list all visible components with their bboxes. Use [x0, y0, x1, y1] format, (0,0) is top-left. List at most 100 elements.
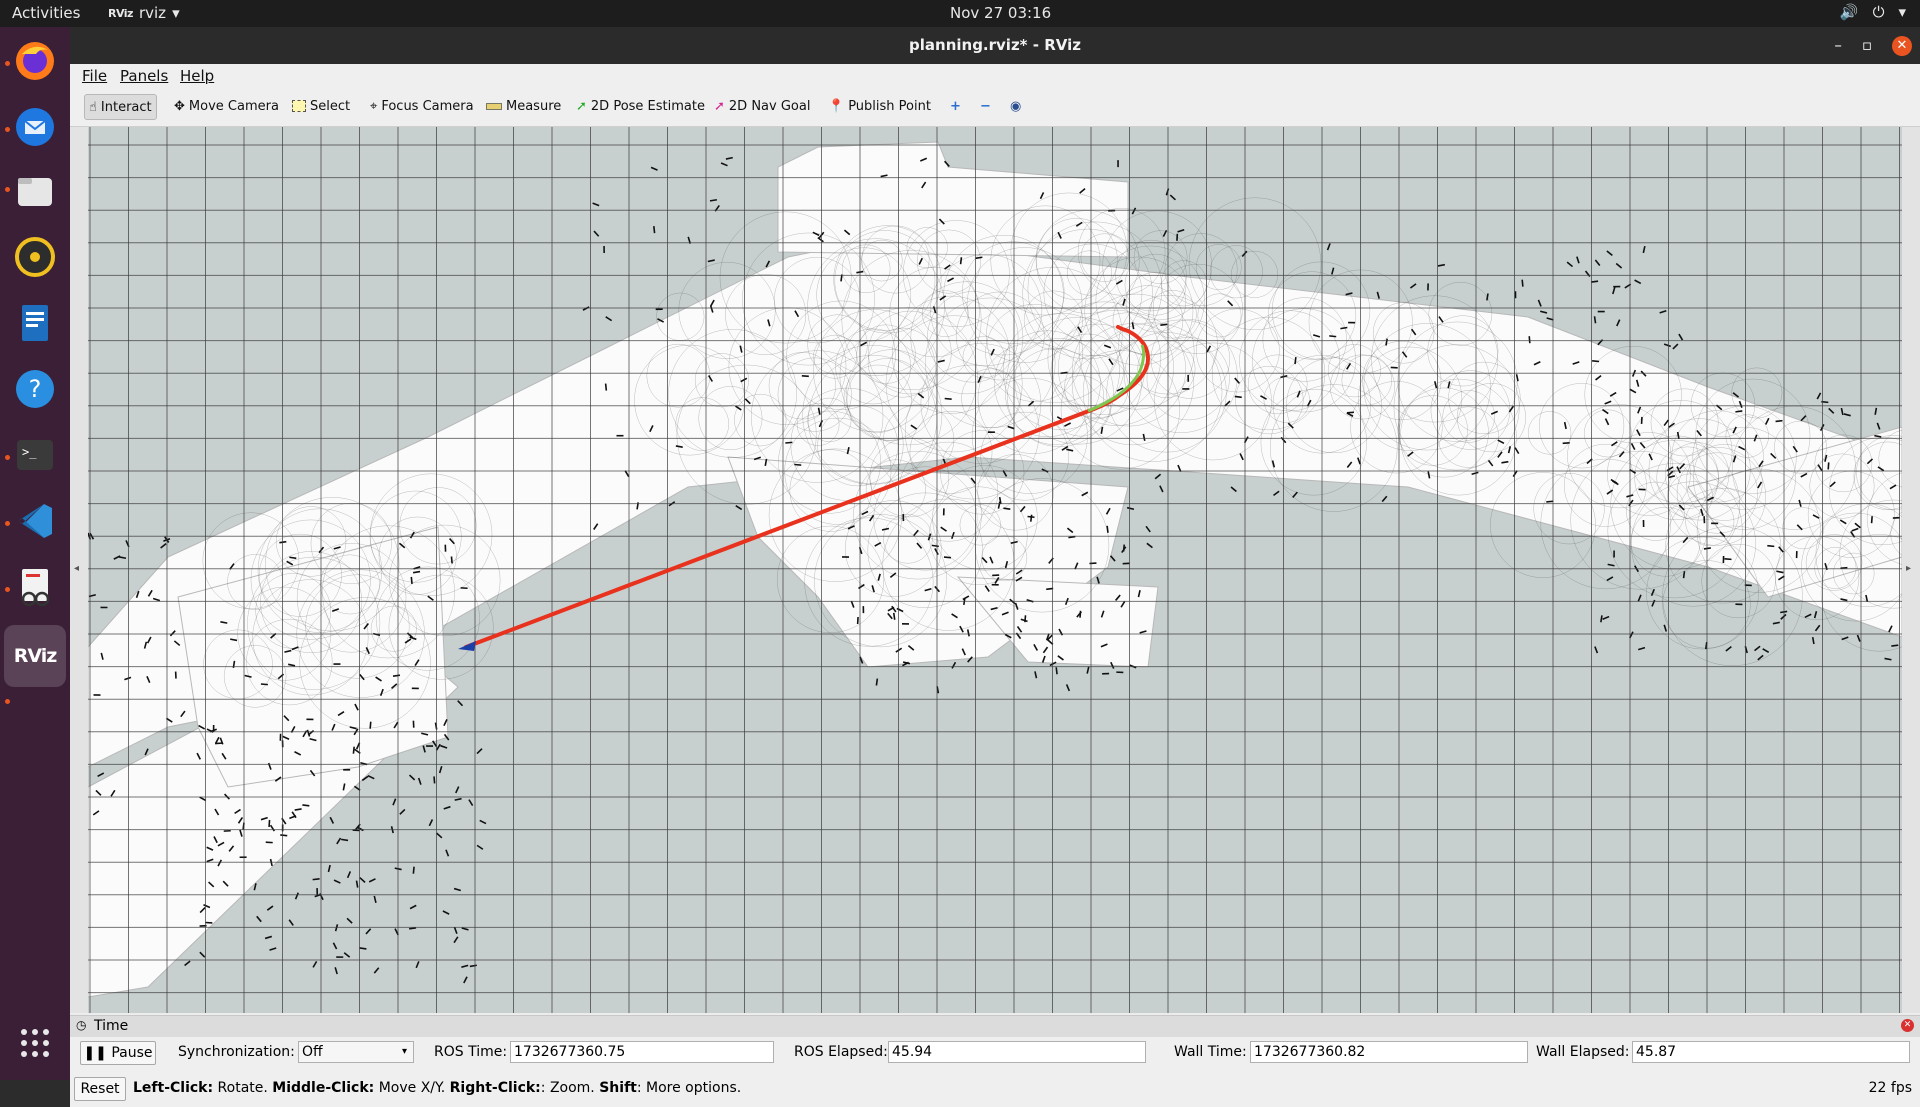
pose-arrow	[1563, 443, 1570, 444]
pose-arrow	[1601, 615, 1602, 622]
document-viewer-icon[interactable]	[11, 563, 59, 611]
pose-arrow	[444, 807, 451, 809]
ros-elapsed-field[interactable]: 45.94	[888, 1041, 1146, 1063]
pose-arrow	[119, 557, 126, 558]
add-tool-button[interactable]: +	[946, 94, 965, 118]
firefox-icon[interactable]	[11, 37, 59, 85]
menu-panels[interactable]: Panels	[120, 67, 168, 85]
terminal-icon[interactable]: >_	[11, 431, 59, 479]
pose-arrow	[1603, 617, 1609, 620]
focus-camera-tool[interactable]: ⌖ Focus Camera	[366, 94, 478, 118]
pose-arrow	[932, 545, 939, 546]
pose-arrow	[333, 943, 336, 949]
publish-point-tool[interactable]: 📍 Publish Point	[824, 94, 935, 118]
pose-arrow	[1067, 684, 1070, 690]
app-grid-icon[interactable]	[11, 1019, 59, 1067]
pose-arrow	[1056, 667, 1057, 674]
close-panel-icon[interactable]: ✕	[1901, 1019, 1914, 1032]
wall-time-label: Wall Time:	[1174, 1044, 1247, 1060]
pose-arrow	[1801, 416, 1806, 421]
pose-estimate-tool[interactable]: ➚ 2D Pose Estimate	[572, 94, 709, 118]
pose-arrow	[410, 905, 416, 908]
pose-arrow	[1147, 543, 1153, 547]
pose-arrow	[409, 928, 416, 929]
3d-viewport[interactable]	[88, 127, 1902, 1013]
wall-elapsed-field[interactable]: 45.87	[1632, 1041, 1910, 1063]
pose-arrow	[454, 937, 458, 943]
pose-arrow	[1340, 327, 1347, 328]
pose-arrow	[876, 679, 877, 686]
pose-arrow	[1841, 408, 1842, 415]
close-icon[interactable]: ✕	[1892, 36, 1912, 56]
chevron-right-icon: ▸	[1906, 563, 1911, 574]
pose-arrow	[726, 158, 733, 159]
minimize-icon[interactable]: –	[1834, 27, 1842, 64]
help-left-click: Left-Click:	[133, 1080, 213, 1096]
pose-arrow	[1235, 396, 1242, 397]
pose-arrow	[423, 746, 425, 753]
pose-arrow	[1410, 284, 1416, 288]
left-dock-collapse[interactable]: ◂	[70, 127, 88, 1013]
pose-arrow	[1815, 611, 1817, 618]
tool-properties-button[interactable]: ◉	[1006, 94, 1025, 118]
chevron-down-icon: ▾	[402, 1042, 407, 1062]
ros-time-field[interactable]: 1732677360.75	[510, 1041, 774, 1063]
pose-arrow	[1377, 292, 1379, 299]
pose-arrow	[368, 776, 374, 779]
time-panel: ❚❚ Pause Synchronization: Off ▾ ROS Time…	[70, 1037, 1920, 1069]
wall-time-field[interactable]: 1732677360.82	[1250, 1041, 1528, 1063]
pose-arrow	[1735, 411, 1742, 412]
menu-help[interactable]: Help	[180, 67, 214, 85]
activities-button[interactable]: Activities	[12, 4, 80, 22]
nav-goal-tool[interactable]: ➚ 2D Nav Goal	[710, 94, 814, 118]
title-bar[interactable]: planning.rviz* - RViz – ▫ ✕	[70, 27, 1920, 64]
pose-arrow	[1127, 508, 1134, 510]
vscode-icon[interactable]	[11, 497, 59, 545]
remove-tool-button[interactable]: −	[976, 94, 995, 118]
sync-select[interactable]: Off ▾	[298, 1041, 414, 1063]
pose-arrow	[1595, 647, 1598, 654]
rviz-icon[interactable]: RViz	[4, 625, 66, 687]
pose-arrow	[1817, 393, 1820, 399]
measure-tool[interactable]: Measure	[482, 94, 565, 118]
pose-arrow	[1638, 595, 1641, 601]
pose-arrow	[583, 307, 589, 310]
pose-arrow	[369, 879, 375, 882]
clock[interactable]: Nov 27 03:16	[950, 4, 1051, 22]
files-icon[interactable]	[11, 167, 59, 215]
pause-button[interactable]: ❚❚ Pause	[80, 1041, 156, 1065]
pose-arrow	[1529, 336, 1530, 343]
pose-arrow	[1501, 462, 1508, 463]
time-panel-title: Time	[94, 1018, 128, 1034]
pose-arrow	[1815, 625, 1819, 631]
move-camera-tool[interactable]: ✥ Move Camera	[170, 94, 283, 118]
pose-arrow	[295, 809, 302, 810]
writer-icon[interactable]	[11, 299, 59, 347]
pose-arrow	[1155, 474, 1160, 478]
pose-arrow	[440, 766, 442, 773]
thunderbird-icon[interactable]	[11, 103, 59, 151]
pose-arrow	[470, 965, 477, 966]
pose-arrow	[1885, 658, 1892, 659]
maximize-icon[interactable]: ▫	[1862, 27, 1872, 64]
app-menu[interactable]: RViz rviz ▾	[108, 4, 180, 22]
help-icon[interactable]: ?	[11, 365, 59, 413]
pose-arrow	[1346, 293, 1353, 295]
reset-button[interactable]: Reset	[74, 1077, 126, 1101]
sync-label: Synchronization:	[178, 1044, 295, 1060]
interact-tool[interactable]: ☝ Interact	[84, 94, 157, 120]
menu-file[interactable]: File	[82, 67, 107, 85]
pose-arrow	[347, 918, 352, 923]
select-tool[interactable]: Select	[288, 94, 354, 118]
interact-label: Interact	[101, 100, 152, 115]
pose-arrow	[721, 163, 727, 166]
measure-label: Measure	[506, 99, 561, 114]
pose-arrow	[651, 167, 657, 170]
hand-icon: ☝	[89, 100, 97, 115]
right-dock-collapse[interactable]: ▸	[1902, 127, 1920, 1013]
rhythmbox-icon[interactable]	[11, 233, 59, 281]
pose-arrow	[334, 880, 340, 883]
system-tray[interactable]: 🔊 ⏻ ▾	[1840, 3, 1906, 21]
menu-bar: File Panels Help	[70, 64, 1920, 88]
pose-arrow	[429, 820, 432, 826]
